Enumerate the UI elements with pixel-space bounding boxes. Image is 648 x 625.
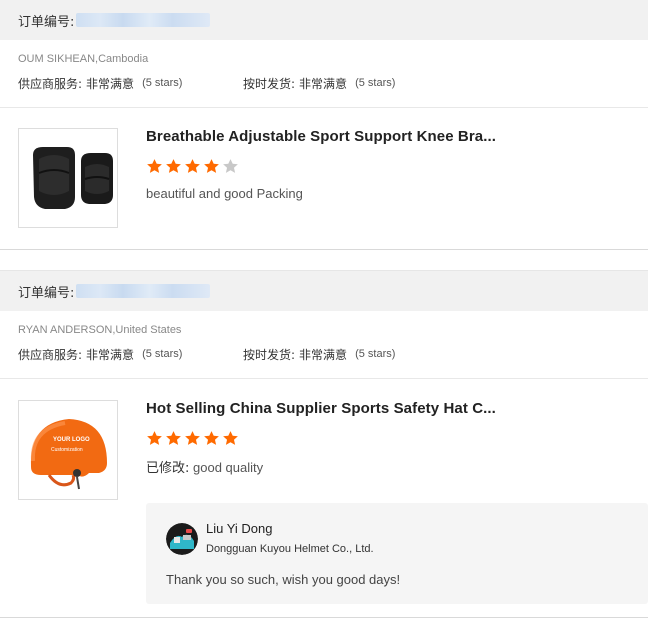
helmet-custom-text: Customization [51,447,83,453]
supplier-service-stars: (5 stars) [142,77,183,89]
supplier-service-value: 非常满意 [86,347,135,362]
buyer-info: OUM SIKHEAN,Cambodia 供应商服务: 非常满意 (5 star… [0,40,648,108]
order-number-redacted [76,13,211,27]
star-icon [166,159,181,173]
star-icon [204,431,219,445]
ontime-shipping-value: 非常满意 [299,347,348,362]
review-body: good quality [189,460,264,475]
ontime-shipping-stars: (5 stars) [355,348,396,360]
order-header: 订单编号: [0,271,648,311]
supplier-service-stars: (5 stars) [142,348,183,360]
review-text: beautiful and good Packing [146,186,303,202]
star-icon [223,159,238,173]
order-number-label: 订单编号: [18,14,75,30]
ontime-shipping-label: 按时发货: [243,76,296,91]
helmet-logo-text: YOUR LOGO [53,437,90,443]
star-icon [166,431,181,445]
review-text: 已修改: good quality [146,457,263,476]
supplier-reply: Liu Yi Dong Dongguan Kuyou Helmet Co., L… [146,503,648,604]
order-number-label: 订单编号: [18,285,75,301]
star-icon [223,431,238,445]
ontime-shipping-value: 非常满意 [299,76,348,91]
star-icon [204,159,219,173]
review-modified-prefix: 已修改: [146,461,190,476]
order-number-redacted [76,284,211,298]
ontime-shipping-rating: 按时发货: 非常满意 (5 stars) [243,75,468,92]
knee-pad-image[interactable] [18,128,118,228]
star-icon [185,159,200,173]
ontime-shipping-rating: 按时发货: 非常满意 (5 stars) [243,346,468,363]
product-title[interactable]: Breathable Adjustable Sport Support Knee… [146,128,496,145]
buyer-name: OUM SIKHEAN,Cambodia [18,53,149,65]
ratings-row: 供应商服务: 非常满意 (5 stars) 按时发货: 非常满意 (5 star… [18,341,648,367]
helmet-image[interactable]: YOUR LOGO Customization [18,400,118,500]
supplier-reply-text: Thank you so such, wish you good days! [166,572,401,587]
order-card: 订单编号: RYAN ANDERSON,United States 供应商服务:… [0,270,648,618]
supplier-service-value: 非常满意 [86,76,135,91]
supplier-service-rating: 供应商服务: 非常满意 (5 stars) [18,75,243,92]
product-rating-stars [146,430,239,447]
buyer-name: RYAN ANDERSON,United States [18,324,182,336]
star-icon [185,431,200,445]
supplier-avatar [166,523,198,555]
review-body: beautiful and good Packing [146,186,303,201]
star-icon [147,431,162,445]
ontime-shipping-stars: (5 stars) [355,77,396,89]
supplier-reply-name[interactable]: Liu Yi Dong [206,521,273,536]
ontime-shipping-label: 按时发货: [243,347,296,362]
order-header: 订单编号: [0,0,648,40]
supplier-service-label: 供应商服务: [18,76,83,91]
product-rating-stars [146,158,239,175]
supplier-reply-company: Dongguan Kuyou Helmet Co., Ltd. [206,543,374,555]
ratings-row: 供应商服务: 非常满意 (5 stars) 按时发货: 非常满意 (5 star… [18,70,648,96]
product-title[interactable]: Hot Selling China Supplier Sports Safety… [146,400,496,417]
order-card: 订单编号: OUM SIKHEAN,Cambodia 供应商服务: 非常满意 (… [0,0,648,250]
star-icon [147,159,162,173]
supplier-service-label: 供应商服务: [18,347,83,362]
supplier-service-rating: 供应商服务: 非常满意 (5 stars) [18,346,243,363]
buyer-info: RYAN ANDERSON,United States 供应商服务: 非常满意 … [0,311,648,379]
